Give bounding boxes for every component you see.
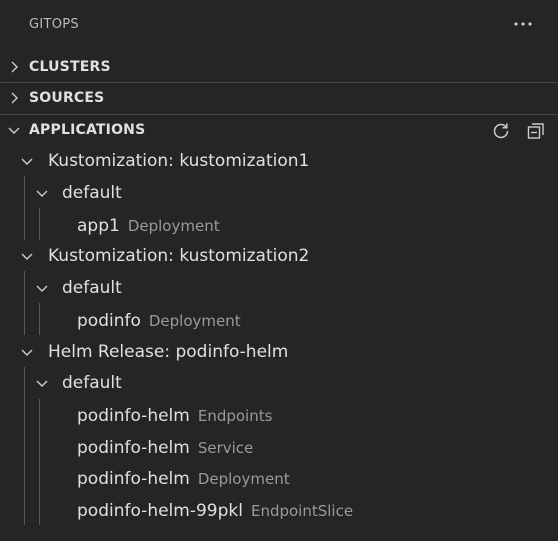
tree-item-label: default xyxy=(62,183,122,203)
section-label-applications: APPLICATIONS xyxy=(29,122,146,138)
refresh-icon[interactable] xyxy=(491,121,511,141)
resource-name: app1 xyxy=(77,216,120,236)
tree-item-label: default xyxy=(62,278,122,298)
tree-item-helm-release[interactable]: Helm Release: podinfo-helm xyxy=(0,336,558,368)
tree-item-resource[interactable]: podinfo-helm Service xyxy=(0,432,558,464)
section-label-sources: SOURCES xyxy=(29,90,105,106)
resource-kind: Deployment xyxy=(148,312,241,330)
resource-kind: Deployment xyxy=(197,470,290,488)
tree-item-namespace[interactable]: default xyxy=(0,177,558,209)
resource-kind: Service xyxy=(197,439,254,457)
tree-item-resource[interactable]: podinfo-helm-99pkl EndpointSlice xyxy=(0,495,558,527)
tree-item-kustomization[interactable]: Kustomization: kustomization2 xyxy=(0,240,558,272)
tree-item-resource[interactable]: podinfo-helm Endpoints xyxy=(0,400,558,432)
tree-item-label: Helm Release: podinfo-helm xyxy=(48,342,289,362)
tree-item-label: Kustomization: kustomization1 xyxy=(48,151,310,171)
chevron-down-icon xyxy=(19,248,35,264)
view-title-bar: GITOPS xyxy=(0,0,558,50)
section-sources[interactable]: SOURCES xyxy=(0,82,558,112)
collapse-all-icon[interactable] xyxy=(526,121,546,141)
resource-name: podinfo-helm xyxy=(77,469,190,489)
tree-item-kustomization[interactable]: Kustomization: kustomization1 xyxy=(0,145,558,177)
section-clusters[interactable]: CLUSTERS xyxy=(0,52,558,82)
chevron-down-icon xyxy=(19,153,35,169)
resource-kind: Deployment xyxy=(127,217,220,235)
chevron-down-icon xyxy=(34,375,50,391)
resource-kind: Endpoints xyxy=(197,407,273,425)
chevron-down-icon xyxy=(34,185,50,201)
tree-item-resource[interactable]: podinfo Deployment xyxy=(0,305,558,337)
chevron-down-icon xyxy=(19,344,35,360)
resource-name: podinfo-helm-99pkl xyxy=(77,501,243,521)
section-label-clusters: CLUSTERS xyxy=(29,59,111,75)
tree-item-namespace[interactable]: default xyxy=(0,272,558,304)
resource-name: podinfo xyxy=(77,311,141,331)
tree-item-label: default xyxy=(62,373,122,393)
chevron-down-icon xyxy=(34,280,50,296)
section-applications[interactable]: APPLICATIONS xyxy=(0,114,558,144)
chevron-down-icon xyxy=(6,122,22,138)
chevron-right-icon xyxy=(6,90,22,106)
resource-name: podinfo-helm xyxy=(77,438,190,458)
tree-item-resource[interactable]: app1 Deployment xyxy=(0,210,558,242)
resource-kind: EndpointSlice xyxy=(250,502,354,520)
tree-item-resource[interactable]: podinfo-helm Deployment xyxy=(0,463,558,495)
ellipsis-icon[interactable] xyxy=(512,13,534,35)
chevron-right-icon xyxy=(6,59,22,75)
resource-name: podinfo-helm xyxy=(77,406,190,426)
tree-item-label: Kustomization: kustomization2 xyxy=(48,246,310,266)
view-title: GITOPS xyxy=(29,17,79,32)
tree-item-namespace[interactable]: default xyxy=(0,367,558,399)
